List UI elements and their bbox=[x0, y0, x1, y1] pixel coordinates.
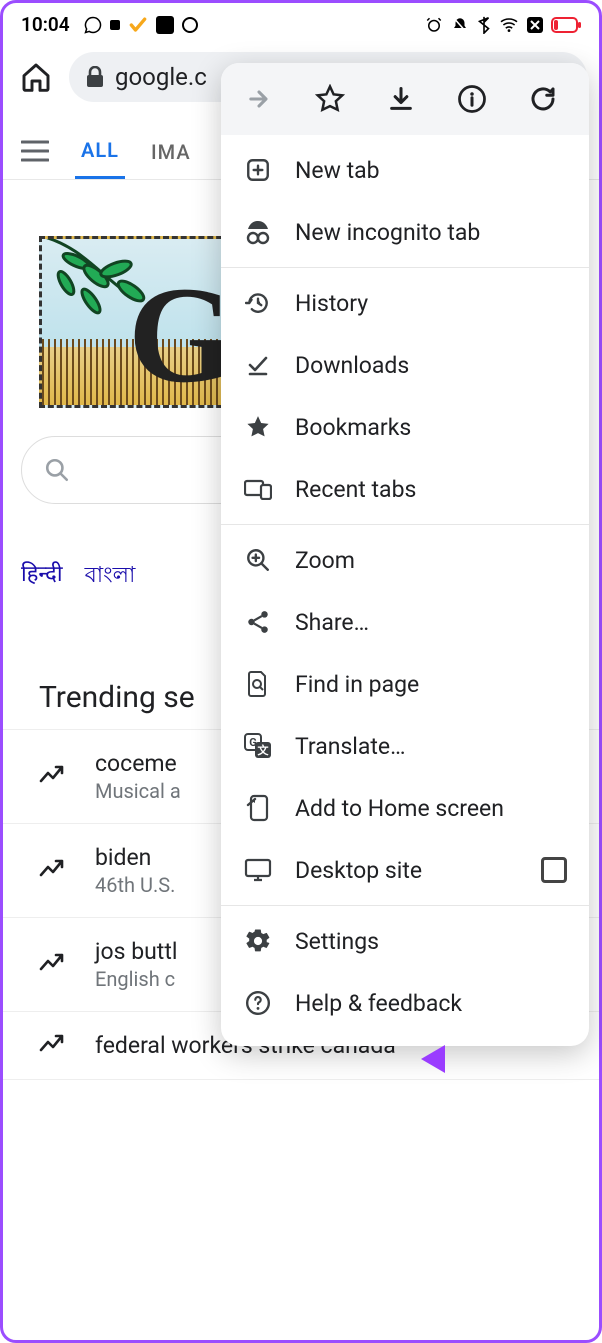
wifi-icon bbox=[499, 17, 519, 33]
lock-icon bbox=[85, 66, 105, 88]
menu-find[interactable]: Find in page bbox=[221, 653, 589, 715]
menu-icon bbox=[21, 140, 49, 162]
forward-button[interactable] bbox=[241, 81, 277, 117]
search-icon bbox=[44, 457, 70, 483]
star-icon bbox=[315, 84, 345, 114]
trending-sub: English c bbox=[95, 967, 177, 991]
menu-label: New incognito tab bbox=[295, 219, 480, 246]
tab-images[interactable]: IMA bbox=[145, 128, 197, 178]
incognito-icon bbox=[243, 217, 273, 247]
app-dot-icon bbox=[110, 20, 120, 30]
whatsapp-icon bbox=[84, 16, 102, 34]
menu-downloads[interactable]: Downloads bbox=[221, 334, 589, 396]
svg-text:文: 文 bbox=[258, 743, 270, 757]
menu-label: Bookmarks bbox=[295, 414, 411, 441]
status-right bbox=[425, 16, 581, 34]
desktop-checkbox[interactable] bbox=[541, 857, 567, 883]
checkmark-icon bbox=[128, 15, 148, 35]
menu-label: Translate… bbox=[295, 733, 406, 760]
trending-icon bbox=[39, 859, 69, 883]
trending-icon bbox=[39, 953, 69, 977]
info-icon bbox=[457, 84, 487, 114]
menu-label: Help & feedback bbox=[295, 990, 462, 1017]
lang-bengali[interactable]: বাংলা bbox=[85, 558, 136, 595]
find-icon bbox=[243, 669, 273, 699]
hamburger-menu[interactable] bbox=[15, 130, 55, 176]
desktop-icon bbox=[243, 855, 273, 885]
reload-icon bbox=[528, 84, 558, 114]
menu-icon-row bbox=[221, 63, 589, 135]
mute-icon bbox=[451, 16, 469, 34]
bookmark-button[interactable] bbox=[312, 81, 348, 117]
plus-box-icon bbox=[243, 155, 273, 185]
add-home-icon bbox=[243, 793, 273, 823]
status-bar: 10:04 bbox=[3, 3, 599, 42]
circle-icon bbox=[182, 17, 198, 33]
zoom-icon bbox=[243, 545, 273, 575]
bluetooth-icon bbox=[477, 16, 491, 34]
lang-hindi[interactable]: हिन्दी bbox=[21, 558, 63, 595]
menu-translate[interactable]: G文 Translate… bbox=[221, 715, 589, 777]
reload-button[interactable] bbox=[525, 81, 561, 117]
menu-new-incognito[interactable]: New incognito tab bbox=[221, 201, 589, 263]
menu-label: New tab bbox=[295, 157, 380, 184]
menu-label: Add to Home screen bbox=[295, 795, 504, 822]
no-sim-icon bbox=[527, 17, 543, 33]
home-button[interactable] bbox=[15, 56, 57, 98]
menu-label: Zoom bbox=[295, 547, 355, 574]
menu-zoom[interactable]: Zoom bbox=[221, 529, 589, 591]
history-icon bbox=[243, 288, 273, 318]
info-button[interactable] bbox=[454, 81, 490, 117]
notes-icon bbox=[156, 16, 174, 34]
devices-icon bbox=[243, 474, 273, 504]
menu-desktop-site[interactable]: Desktop site bbox=[221, 839, 589, 901]
url-text: google.c bbox=[115, 63, 207, 91]
menu-share[interactable]: Share… bbox=[221, 591, 589, 653]
gear-icon bbox=[243, 926, 273, 956]
battery-low-icon bbox=[551, 17, 581, 33]
menu-add-home[interactable]: Add to Home screen bbox=[221, 777, 589, 839]
check-line-icon bbox=[243, 350, 273, 380]
home-icon bbox=[20, 61, 52, 93]
menu-history[interactable]: History bbox=[221, 272, 589, 334]
star-filled-icon bbox=[243, 412, 273, 442]
trending-query: biden bbox=[95, 844, 175, 871]
menu-label: Share… bbox=[295, 609, 369, 636]
menu-label: Recent tabs bbox=[295, 476, 416, 503]
menu-bookmarks[interactable]: Bookmarks bbox=[221, 396, 589, 458]
trending-query: coceme bbox=[95, 750, 181, 777]
menu-recent-tabs[interactable]: Recent tabs bbox=[221, 458, 589, 520]
alarm-icon bbox=[425, 16, 443, 34]
google-doodle[interactable]: G bbox=[35, 232, 235, 412]
clock-time: 10:04 bbox=[21, 13, 70, 36]
status-left: 10:04 bbox=[21, 13, 198, 36]
trending-sub: Musical a bbox=[95, 779, 181, 803]
help-icon bbox=[243, 988, 273, 1018]
overflow-menu: New tab New incognito tab History Downlo… bbox=[221, 63, 589, 1046]
trending-icon bbox=[39, 765, 69, 789]
trending-icon bbox=[39, 1034, 69, 1058]
menu-label: History bbox=[295, 290, 368, 317]
download-icon bbox=[387, 84, 415, 114]
menu-help[interactable]: Help & feedback bbox=[221, 972, 589, 1034]
forward-icon bbox=[244, 85, 274, 113]
menu-label: Downloads bbox=[295, 352, 409, 379]
menu-label: Desktop site bbox=[295, 857, 422, 884]
share-icon bbox=[243, 607, 273, 637]
menu-settings[interactable]: Settings bbox=[221, 910, 589, 972]
download-button[interactable] bbox=[383, 81, 419, 117]
trending-query: jos buttl bbox=[95, 938, 177, 965]
tab-all[interactable]: ALL bbox=[75, 126, 125, 179]
trending-sub: 46th U.S. bbox=[95, 873, 175, 897]
menu-label: Settings bbox=[295, 928, 379, 955]
translate-icon: G文 bbox=[243, 731, 273, 761]
menu-label: Find in page bbox=[295, 671, 419, 698]
menu-new-tab[interactable]: New tab bbox=[221, 139, 589, 201]
